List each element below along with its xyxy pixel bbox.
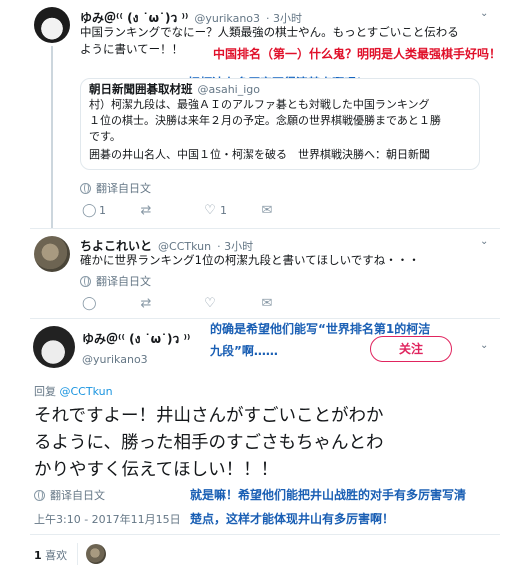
translate-link[interactable]: 翻译自日文 <box>80 180 151 196</box>
reply-icon[interactable]: ◯ <box>82 203 97 218</box>
envelope-icon[interactable]: ✉ <box>260 296 274 311</box>
translate-link[interactable]: 翻译自日文 <box>80 273 151 289</box>
annotation-blue: 就是嘛！希望他们能把井山战胜的对手有多厉害写清 楚点，这样才能体现井山有多厉害啊… <box>190 483 466 531</box>
chevron-down-icon[interactable]: ⌄ <box>480 236 488 247</box>
tweet-timestamp[interactable]: 上午3:10 - 2017年11月15日 <box>34 511 181 527</box>
translate-link[interactable]: 翻译自日文 <box>34 487 105 503</box>
card-source-handle: @asahi_igo <box>197 83 261 96</box>
divider <box>30 228 500 229</box>
heart-icon[interactable]: ♡ <box>203 296 217 311</box>
globe-icon <box>80 182 91 194</box>
reply-icon[interactable]: ◯ <box>82 296 97 311</box>
likes-label: 喜欢 <box>45 549 68 562</box>
avatar-cctkun[interactable] <box>34 236 70 272</box>
translate-label: 翻译自日文 <box>50 489 105 502</box>
tweet-text-line: るように、勝った相手のすごさもちゃんとわ <box>34 433 384 453</box>
liker-avatar[interactable] <box>86 544 106 564</box>
tweet1-actions: ◯ 1 ⇄ ♡ 1 ✉ <box>82 203 274 218</box>
chevron-down-icon[interactable]: ⌄ <box>480 8 488 19</box>
card-text-line: 村）柯潔九段は、最強ＡＩのアルファ碁とも対戦した中国ランキング <box>89 98 430 111</box>
author-name[interactable]: ゆみ＠⁽⁽ (ง ˙ω˙)ว ⁾⁾ <box>82 330 190 349</box>
reply-to: 回复 @CCTkun <box>34 383 113 399</box>
follow-button[interactable]: 关注 <box>370 336 452 362</box>
annotation-line: 就是嘛！希望他们能把井山战胜的对手有多厉害写清 <box>190 488 467 502</box>
likes-divider <box>77 543 78 565</box>
likes-summary[interactable]: 1 喜欢 <box>34 547 67 563</box>
reply-count: 1 <box>99 204 106 217</box>
annotation-red: 中国排名（第一）什么鬼？明明是人类最强棋手好吗！ <box>213 47 502 61</box>
tweet2-text: 確かに世界ランキング1位の柯潔九段と書いてほしいですね・・・ <box>80 253 420 267</box>
retweet-icon[interactable]: ⇄ <box>139 203 153 218</box>
reply-to-prefix: 回复 <box>34 385 56 398</box>
tweet3-text: それですよー！井山さんがすごいことがわか るように、勝った相手のすごさもちゃんと… <box>34 403 383 484</box>
translate-label: 翻译自日文 <box>96 275 151 288</box>
tweet-text-line: 中国ランキングでなにー？人類最強の棋士やん。もっとすごいこと伝わる <box>80 25 459 39</box>
translate-label: 翻译自日文 <box>96 182 151 195</box>
globe-icon <box>34 489 45 501</box>
divider <box>30 534 500 535</box>
tweet2-actions: ◯ ⇄ ♡ ✉ <box>82 296 274 311</box>
annotation-line: 楚点，这样才能体现井山有多厉害啊！ <box>190 512 395 526</box>
tweet-text-line: かりやすく伝えてほしい！！！ <box>34 460 279 480</box>
reply-to-handle[interactable]: @CCTkun <box>60 385 113 398</box>
avatar-yurikano3[interactable] <box>33 326 75 368</box>
likes-count: 1 <box>34 549 42 562</box>
card-text-line: です。 <box>89 130 121 143</box>
globe-icon <box>80 275 91 287</box>
chevron-down-icon[interactable]: ⌄ <box>480 340 488 351</box>
card-text-line: １位の棋士。決勝は来年２月の予定。念願の世界棋戦優勝まであと１勝 <box>89 114 441 127</box>
card-source-name: 朝日新聞囲碁取材班 <box>89 82 193 96</box>
card-link-title[interactable]: 囲碁の井山名人、中国１位・柯潔を破る 世界棋戦決勝へ：朝日新聞 <box>89 147 477 163</box>
author-handle[interactable]: @yurikano3 <box>82 353 190 366</box>
avatar-yurikano3[interactable] <box>34 7 70 43</box>
like-count: 1 <box>220 204 227 217</box>
heart-icon[interactable]: ♡ <box>203 203 217 218</box>
tweet3-author: ゆみ＠⁽⁽ (ง ˙ω˙)ว ⁾⁾ @yurikano3 <box>82 330 190 366</box>
envelope-icon[interactable]: ✉ <box>260 203 274 218</box>
retweet-icon[interactable]: ⇄ <box>139 296 153 311</box>
tweet-text-line: それですよー！井山さんがすごいことがわか <box>34 406 384 426</box>
thread-line <box>51 46 53 228</box>
quoted-card[interactable]: 朝日新聞囲碁取材班 @asahi_igo 村）柯潔九段は、最強ＡＩのアルファ碁と… <box>80 78 480 170</box>
